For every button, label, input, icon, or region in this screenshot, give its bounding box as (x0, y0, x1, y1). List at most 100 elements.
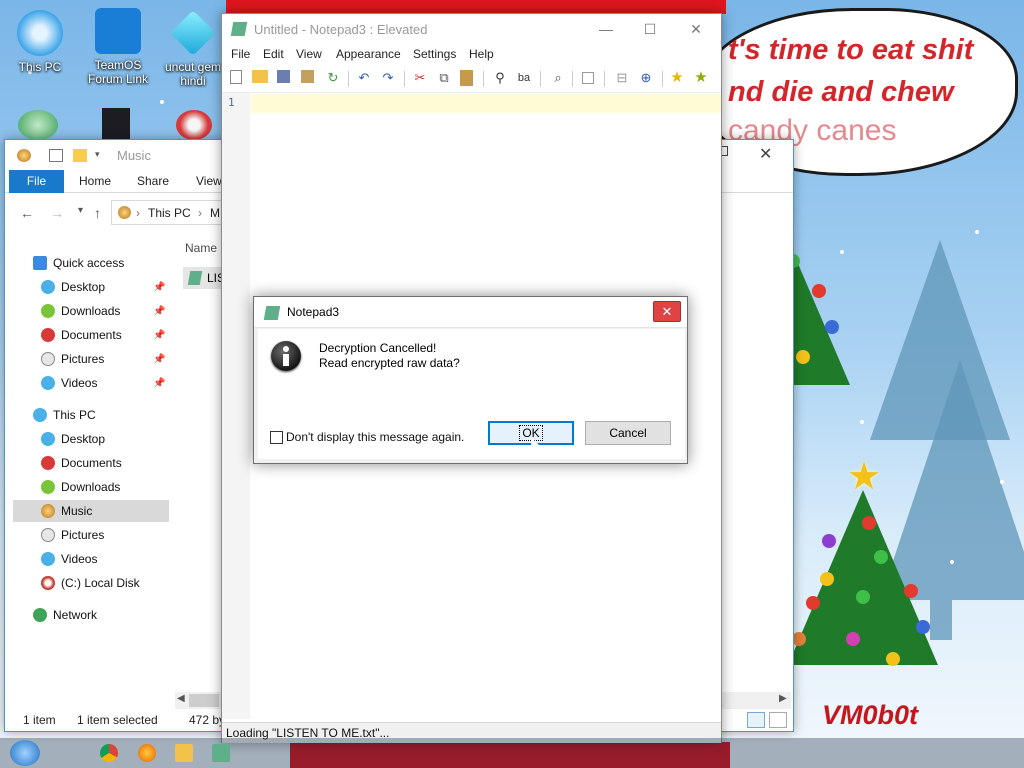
desktop-icon-partial[interactable] (102, 108, 130, 140)
save-icon[interactable] (277, 70, 290, 83)
nav-quick-pictures[interactable]: Pictures (41, 348, 104, 370)
close-icon[interactable]: ✕ (674, 16, 718, 42)
nav-label: Network (53, 608, 98, 622)
scroll-left-icon[interactable]: ◀ (177, 693, 185, 704)
desktop-icon-partial[interactable] (18, 110, 58, 140)
forward-arrow-icon[interactable]: → (50, 205, 64, 221)
zoom-out-icon[interactable]: ⊟ (614, 70, 630, 86)
nav-quick-desktop[interactable]: Desktop (41, 276, 105, 298)
menu-file[interactable]: File (231, 47, 250, 61)
breadcrumb-this-pc[interactable]: This PC (148, 206, 191, 220)
open-folder-icon[interactable] (252, 70, 268, 83)
nav-quick-downloads[interactable]: Downloads (41, 300, 120, 322)
pin-icon[interactable]: 📌 (153, 306, 165, 317)
nav-quick-documents[interactable]: Documents (41, 324, 122, 346)
menu-view[interactable]: View (296, 47, 322, 61)
desktop-icon-partial[interactable] (176, 110, 212, 140)
minimize-icon[interactable]: — (584, 16, 628, 42)
file-row[interactable]: LIS (183, 267, 225, 289)
computer-icon (17, 10, 63, 56)
properties-icon[interactable] (49, 149, 63, 162)
desktop-icon-label: This PC (18, 60, 62, 74)
status-selected: 1 item selected (77, 713, 158, 727)
menu-settings[interactable]: Settings (413, 47, 456, 61)
nav-pc-music[interactable]: Music (13, 500, 169, 522)
explorer-app-icon (17, 149, 31, 162)
nav-label: Desktop (61, 432, 106, 446)
nav-quick-access[interactable]: Quick access (33, 252, 124, 274)
new-folder-icon[interactable] (73, 149, 87, 162)
nav-network[interactable]: Network (33, 604, 97, 626)
ornament (812, 284, 826, 298)
nav-label: (C:) Local Disk (61, 576, 140, 590)
desktop-icon (41, 432, 55, 446)
save-as-icon[interactable] (301, 70, 314, 83)
copy-icon[interactable]: ⧉ (436, 70, 452, 86)
firefox-icon[interactable] (138, 744, 156, 762)
new-file-icon[interactable] (230, 70, 242, 84)
zoom-in-icon[interactable]: ⊕ (638, 70, 654, 86)
nav-quick-videos[interactable]: Videos (41, 372, 97, 394)
add-favorite-icon[interactable]: ★ (693, 70, 709, 86)
menu-edit[interactable]: Edit (263, 47, 284, 61)
column-header-name[interactable]: Name (185, 241, 217, 255)
pin-icon[interactable]: 📌 (153, 330, 165, 341)
nav-pc-pictures[interactable]: Pictures (41, 524, 104, 546)
scroll-right-icon[interactable]: ▶ (779, 693, 787, 704)
ornament (806, 596, 820, 610)
toolbar: ↻ ↶ ↷ ✂ ⧉ ⚲ ba ⌕ ⊟ ⊕ ★ ★ (222, 65, 721, 93)
notepad-title-bar[interactable]: Untitled - Notepad3 : Elevated — ☐ ✕ (222, 14, 721, 44)
cancel-button[interactable]: Cancel (585, 421, 671, 445)
up-arrow-icon[interactable]: ↑ (94, 205, 101, 221)
tree-star-icon: ★ (847, 456, 882, 498)
details-view-icon[interactable] (747, 712, 765, 728)
paste-icon[interactable] (460, 70, 473, 86)
dont-show-again-label[interactable]: Don't display this message again. (286, 430, 464, 444)
breadcrumb-sep-icon: › (136, 206, 140, 220)
reload-icon[interactable]: ↻ (325, 70, 341, 86)
chrome-icon[interactable] (100, 744, 118, 762)
start-button-icon[interactable] (10, 740, 40, 766)
menu-help[interactable]: Help (469, 47, 494, 61)
notepad3-app-icon (263, 306, 281, 320)
tab-home[interactable]: Home (68, 170, 122, 193)
chevron-down-icon[interactable]: ▾ (95, 149, 109, 162)
nav-label: Documents (61, 456, 122, 470)
large-icons-view-icon[interactable] (769, 712, 787, 728)
dont-show-again-checkbox[interactable] (270, 431, 283, 444)
desktop-icon-this-pc[interactable]: This PC (0, 10, 80, 74)
dialog-close-button[interactable]: ✕ (653, 301, 681, 322)
dialog-title-bar[interactable]: Notepad3 ✕ (254, 297, 687, 328)
current-line-highlight[interactable] (251, 94, 721, 113)
replace-icon[interactable]: ba (516, 70, 532, 86)
nav-pc-videos[interactable]: Videos (41, 548, 97, 570)
nav-this-pc[interactable]: This PC (33, 404, 96, 426)
word-wrap-icon[interactable] (582, 72, 594, 84)
nav-pc-local-disk[interactable]: (C:) Local Disk (41, 572, 140, 594)
redo-icon[interactable]: ↷ (380, 70, 396, 86)
tab-share[interactable]: Share (126, 170, 180, 193)
find-icon[interactable]: ⚲ (492, 70, 508, 86)
menu-appearance[interactable]: Appearance (336, 47, 401, 61)
scroll-thumb[interactable] (189, 694, 219, 707)
pin-icon[interactable]: 📌 (153, 354, 165, 365)
notepad3-taskbar-icon[interactable] (212, 744, 230, 762)
cut-icon[interactable]: ✂ (412, 70, 428, 86)
favorites-star-icon[interactable]: ★ (669, 70, 685, 86)
tab-file[interactable]: File (9, 170, 64, 193)
recent-chevron-icon[interactable]: ▾ (78, 205, 83, 216)
pin-icon[interactable]: 📌 (153, 282, 165, 293)
nav-pc-documents[interactable]: Documents (41, 452, 122, 474)
back-arrow-icon[interactable]: ← (20, 205, 34, 221)
nav-pc-downloads[interactable]: Downloads (41, 476, 120, 498)
breadcrumb-music[interactable]: M (210, 206, 220, 220)
file-explorer-taskbar-icon[interactable] (175, 744, 193, 762)
nav-pc-desktop[interactable]: Desktop (41, 428, 105, 450)
pin-icon[interactable]: 📌 (153, 378, 165, 389)
toolbar-separator (604, 71, 605, 87)
undo-icon[interactable]: ↶ (356, 70, 372, 86)
desktop-icon-teamos[interactable]: TeamOS Forum Link (78, 8, 158, 86)
close-icon[interactable]: ✕ (759, 144, 772, 164)
maximize-icon[interactable]: ☐ (628, 16, 672, 42)
goto-icon[interactable]: ⌕ (550, 70, 566, 86)
